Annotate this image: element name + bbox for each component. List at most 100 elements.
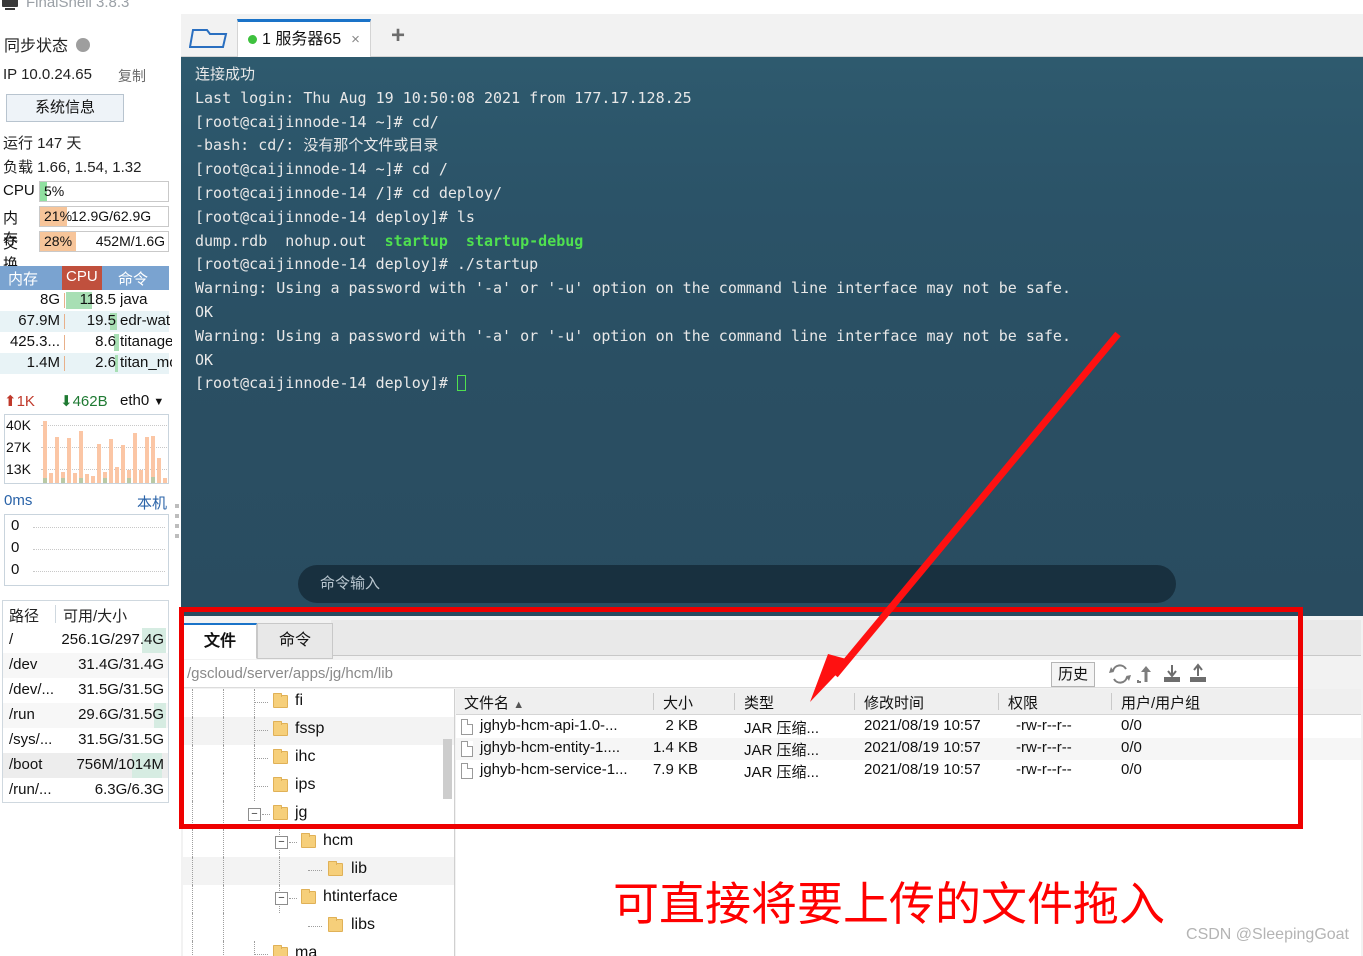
process-memory: 425.3...	[9, 333, 60, 350]
download-icon[interactable]	[1161, 663, 1183, 685]
tree-node-libs[interactable]: libs	[183, 913, 454, 941]
tree-node-label: lib	[351, 860, 368, 877]
tree-node-jg[interactable]: − jg	[183, 801, 454, 829]
process-cpu: 19.5	[86, 312, 116, 329]
disk-row[interactable]: /dev/... 31.5G/31.5G	[2, 678, 169, 703]
process-row[interactable]: 1.4M 2.6 titan_mo	[0, 353, 172, 374]
file-row[interactable]: jghyb-hcm-entity-1.... 1.4 KB JAR 压缩... …	[456, 738, 1361, 760]
watermark: CSDN @SleepingGoat	[1186, 926, 1349, 943]
disk-col-size[interactable]: 可用/大小	[63, 605, 127, 626]
terminal-line: Warning: Using a password with '-a' or '…	[195, 279, 1071, 298]
tree-node-ma[interactable]: ma	[183, 941, 454, 956]
network-download: ⬇462B	[60, 393, 108, 410]
disk-path: /	[9, 631, 14, 648]
process-row[interactable]: 425.3... 8.6 titanage	[0, 332, 172, 353]
tree-node-label: libs	[351, 916, 376, 933]
arrow-up-icon: ⬆	[4, 393, 17, 410]
ping-stats-header: 0ms 本机	[0, 492, 173, 514]
file-row[interactable]: jghyb-hcm-service-1... 7.9 KB JAR 压缩... …	[456, 760, 1361, 782]
tree-node-fssp[interactable]: fssp	[183, 717, 454, 745]
system-info-button[interactable]: 系统信息	[6, 94, 124, 122]
tab-files[interactable]: 文件	[183, 623, 257, 659]
refresh-icon[interactable]	[1109, 663, 1131, 685]
col-permissions[interactable]: 权限	[1008, 692, 1038, 713]
server-status-sidebar: 同步状态 IP 10.0.24.65 复制 系统信息 运行 147 天 负载 1…	[0, 14, 173, 956]
process-cpu: 8.6	[95, 333, 116, 350]
disk-row[interactable]: /sys/... 31.5G/31.5G	[2, 728, 169, 753]
tree-collapse-toggle[interactable]: −	[275, 892, 288, 905]
file-mtime: 2021/08/19 10:57	[864, 717, 981, 734]
cpu-meter-bar: 5%	[39, 181, 169, 202]
process-divider	[64, 356, 65, 371]
tree-node-ips[interactable]: ips	[183, 773, 454, 801]
window-title: FinalShell 3.8.3	[26, 0, 130, 11]
disk-row[interactable]: /dev 31.4G/31.4G	[2, 653, 169, 678]
command-input-placeholder: 命令输入	[320, 575, 381, 592]
server-ip-label: IP 10.0.24.65	[3, 66, 92, 83]
terminal-line: [root@caijinnode-14 deploy]# ./startup	[195, 255, 539, 274]
tab-commands[interactable]: 命令	[257, 623, 333, 659]
process-col-memory[interactable]: 内存	[8, 268, 38, 289]
tree-node-htinterface[interactable]: − htinterface	[183, 885, 454, 913]
disk-row[interactable]: /boot 756M/1014M	[2, 753, 169, 778]
tree-node-ihc[interactable]: ihc	[183, 745, 454, 773]
new-tab-button[interactable]: +	[391, 24, 405, 48]
copy-ip-button[interactable]: 复制	[118, 66, 146, 86]
process-memory: 8G	[39, 291, 60, 308]
ping-y-label: 0	[11, 539, 20, 556]
sync-status-label: 同步状态	[4, 38, 69, 55]
tree-scrollbar[interactable]	[443, 739, 452, 799]
disk-row[interactable]: / 256.1G/297.4G	[2, 628, 169, 653]
close-icon[interactable]: ×	[351, 31, 360, 48]
file-name: jghyb-hcm-service-1...	[480, 761, 628, 778]
tree-collapse-toggle[interactable]: −	[248, 808, 261, 821]
sidebar-splitter[interactable]	[173, 14, 181, 956]
cpu-meter-label: CPU	[3, 182, 35, 199]
file-mtime: 2021/08/19 10:57	[864, 739, 981, 756]
col-type[interactable]: 类型	[744, 692, 774, 713]
terminal-line: Warning: Using a password with '-a' or '…	[195, 326, 1071, 345]
tree-node-label: ips	[295, 776, 316, 793]
tree-node-lib[interactable]: lib	[183, 857, 454, 885]
tree-node-fi[interactable]: fi	[183, 689, 454, 717]
command-input[interactable]: 命令输入	[298, 565, 1176, 603]
terminal-line: [root@caijinnode-14 ~]# cd/	[195, 112, 439, 131]
process-row[interactable]: 67.9M 19.5 edr-wat	[0, 311, 171, 332]
tree-collapse-toggle[interactable]: −	[275, 836, 288, 849]
ping-host[interactable]: 本机	[137, 492, 167, 513]
file-size: 7.9 KB	[652, 761, 698, 778]
open-folder-icon[interactable]	[188, 22, 233, 52]
upload-icon[interactable]	[1187, 663, 1209, 685]
uptime-label: 运行 147 天	[3, 135, 82, 152]
disk-row[interactable]: /run/... 6.3G/6.3G	[2, 778, 169, 803]
terminal-line: 连接成功	[195, 65, 256, 83]
terminal-view[interactable]: 连接成功 Last login: Thu Aug 19 10:50:08 2021…	[181, 57, 1363, 616]
process-row[interactable]: 8G 118.5 java	[0, 290, 169, 311]
tree-node-hcm[interactable]: − hcm	[183, 829, 454, 857]
file-owner: 0/0	[1121, 717, 1142, 734]
process-col-command[interactable]: 命令	[118, 268, 148, 289]
file-row[interactable]: jghyb-hcm-api-1.0-... 2 KB JAR 压缩... 202…	[456, 716, 1361, 738]
disk-col-path[interactable]: 路径	[9, 605, 39, 626]
network-interface-selector[interactable]: eth0 ▼	[120, 392, 164, 409]
file-owner: 0/0	[1121, 739, 1142, 756]
parent-folder-icon[interactable]	[1135, 663, 1157, 685]
disk-size: 31.5G/31.5G	[78, 731, 164, 748]
network-stats-header: ⬆1K ⬇462B eth0 ▼	[0, 390, 173, 414]
process-memory: 67.9M	[18, 312, 60, 329]
process-col-cpu[interactable]: CPU	[62, 266, 102, 290]
col-size[interactable]: 大小	[663, 692, 693, 713]
file-owner: 0/0	[1121, 761, 1142, 778]
disk-row[interactable]: /run 29.6G/31.5G	[2, 703, 169, 728]
col-mtime[interactable]: 修改时间	[864, 692, 924, 713]
process-command: edr-wat	[120, 312, 171, 329]
history-button[interactable]: 历史	[1051, 662, 1095, 687]
directory-tree[interactable]: fi fssp ihc ips − jg − hcm lib − htinter…	[183, 689, 455, 956]
terminal-line: [root@caijinnode-14 ~]# cd /	[195, 160, 448, 179]
tab-server65[interactable]: 1 服务器65 ×	[237, 19, 371, 57]
col-owner[interactable]: 用户/用户组	[1121, 692, 1200, 713]
disk-size: 29.6G/31.5G	[78, 706, 164, 723]
col-filename[interactable]: 文件名 ▲	[464, 692, 524, 713]
tree-node-label: fi	[295, 692, 303, 709]
terminal-line: dump.rdb nohup.out startup startup-debug	[195, 231, 584, 250]
